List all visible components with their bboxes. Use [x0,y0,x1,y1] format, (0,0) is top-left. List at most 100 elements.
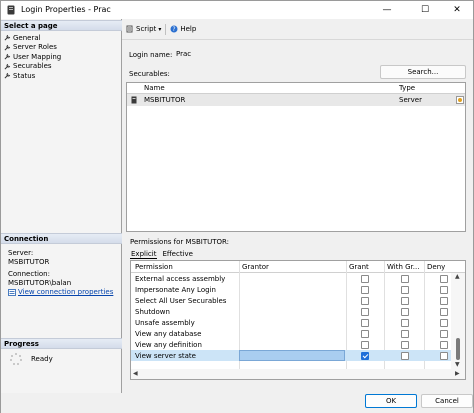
script-icon [126,25,133,33]
with-grant-checkbox[interactable] [401,275,409,283]
column-header-deny[interactable]: Deny [427,263,445,271]
column-header-with-grant[interactable]: With Gr... [387,263,419,271]
grant-checkbox[interactable] [361,275,369,283]
page-item-status[interactable]: Status [4,71,61,81]
grant-checkbox[interactable] [361,308,369,316]
column-header-grantor[interactable]: Grantor [242,263,269,271]
connection-info: Server: MSBITUTOR Connection: MSBITUTOR\… [8,249,120,297]
table-row[interactable]: View any database [131,328,451,339]
connection-value: MSBITUTOR\balan [8,279,72,287]
row-properties-icon[interactable] [456,96,464,104]
close-button[interactable]: ✕ [441,1,473,19]
securables-label: Securables: [129,70,170,78]
page-item-user-mapping[interactable]: User Mapping [4,52,61,62]
grant-checkbox[interactable] [361,286,369,294]
search-button[interactable]: Search... [380,65,466,79]
deny-checkbox[interactable] [440,330,448,338]
permission-name: Shutdown [135,307,170,316]
grant-checkbox[interactable] [361,330,369,338]
deny-checkbox[interactable] [440,341,448,349]
minimize-icon: — [382,5,392,15]
deny-checkbox[interactable] [440,308,448,316]
view-connection-link-label: View connection properties [18,288,114,296]
permission-name: View any definition [135,340,202,349]
with-grant-checkbox[interactable] [401,341,409,349]
select-page-header: Select a page [1,20,122,31]
window-title: Login Properties - Prac [21,5,111,14]
page-item-label: Status [13,71,36,80]
script-label: Script [136,25,157,33]
server-icon [131,96,137,104]
scroll-down-icon[interactable]: ▼ [455,361,460,368]
table-row[interactable]: View any definition [131,339,451,350]
permission-name: External access assembly [135,274,226,283]
page-item-general[interactable]: General [4,33,61,43]
table-row[interactable]: Impersonate Any Login [131,284,451,295]
scroll-thumb[interactable] [456,338,460,360]
page-item-server-roles[interactable]: Server Roles [4,43,61,53]
deny-checkbox[interactable] [440,352,448,360]
grant-checkbox[interactable] [361,341,369,349]
login-name-label: Login name: [129,51,173,59]
page-list: General Server Roles User Mapping Secura… [4,33,61,81]
column-header-type[interactable]: Type [399,84,415,92]
grantor-field[interactable] [239,350,345,361]
table-row[interactable]: MSBITUTOR Server [127,94,465,106]
deny-checkbox[interactable] [440,286,448,294]
with-grant-checkbox[interactable] [401,352,409,360]
table-row[interactable]: View server state [131,350,451,361]
app-icon [7,5,15,15]
with-grant-checkbox[interactable] [401,330,409,338]
help-label: Help [180,25,197,33]
with-grant-checkbox[interactable] [401,308,409,316]
login-name-field[interactable]: Prac [172,48,466,60]
toolbar: Script ▾ ? Help [122,19,473,40]
script-button[interactable]: Script ▾ [126,25,161,33]
cancel-button[interactable]: Cancel [421,394,473,408]
table-row[interactable]: Select All User Securables [131,295,451,306]
permissions-vertical-scrollbar[interactable]: ▲ ▼ [451,273,465,369]
column-header-permission[interactable]: Permission [135,263,173,271]
scroll-up-icon[interactable]: ▲ [455,273,460,280]
grant-checkbox[interactable] [361,319,369,327]
deny-checkbox[interactable] [440,297,448,305]
permission-name: Impersonate Any Login [135,285,216,294]
column-header-grant[interactable]: Grant [349,263,369,271]
maximize-button[interactable]: ☐ [409,1,441,19]
table-row[interactable]: Shutdown [131,306,451,317]
deny-checkbox[interactable] [440,319,448,327]
table-row[interactable]: Unsafe assembly [131,317,451,328]
page-item-securables[interactable]: Securables [4,62,61,72]
permission-name: Unsafe assembly [135,318,195,327]
help-button[interactable]: ? Help [170,25,196,33]
grant-checkbox[interactable] [361,297,369,305]
page-item-label: User Mapping [13,52,62,61]
wrench-icon [4,63,11,70]
permissions-grid-header: Permission Grantor Grant With Gr... Deny [131,261,465,273]
ok-button[interactable]: OK [365,394,417,408]
with-grant-checkbox[interactable] [401,286,409,294]
view-connection-link[interactable]: View connection properties [8,288,120,297]
table-row[interactable]: External access assembly [131,273,451,284]
grant-checkbox[interactable] [361,352,369,360]
page-item-label: Securables [13,62,52,71]
scroll-left-icon[interactable]: ◀ [133,370,138,377]
wrench-icon [4,73,11,79]
with-grant-checkbox[interactable] [401,297,409,305]
chevron-down-icon: ▾ [158,25,162,33]
tab-effective[interactable]: Effective [161,250,194,259]
progress-spinner-icon [10,353,22,365]
permission-name: View any database [135,329,202,338]
help-icon: ? [170,25,178,33]
column-header-name[interactable]: Name [144,84,165,92]
deny-checkbox[interactable] [440,275,448,283]
connection-properties-icon [8,289,16,296]
minimize-button[interactable]: — [371,1,403,19]
server-value: MSBITUTOR [8,258,50,266]
scroll-right-icon[interactable]: ▶ [455,370,460,377]
permissions-horizontal-scrollbar[interactable]: ◀ ▶ [131,369,465,379]
with-grant-checkbox[interactable] [401,319,409,327]
permission-name: View server state [135,351,196,360]
title-bar: Login Properties - Prac — ☐ ✕ [1,1,473,19]
tab-explicit[interactable]: Explicit [130,250,158,259]
